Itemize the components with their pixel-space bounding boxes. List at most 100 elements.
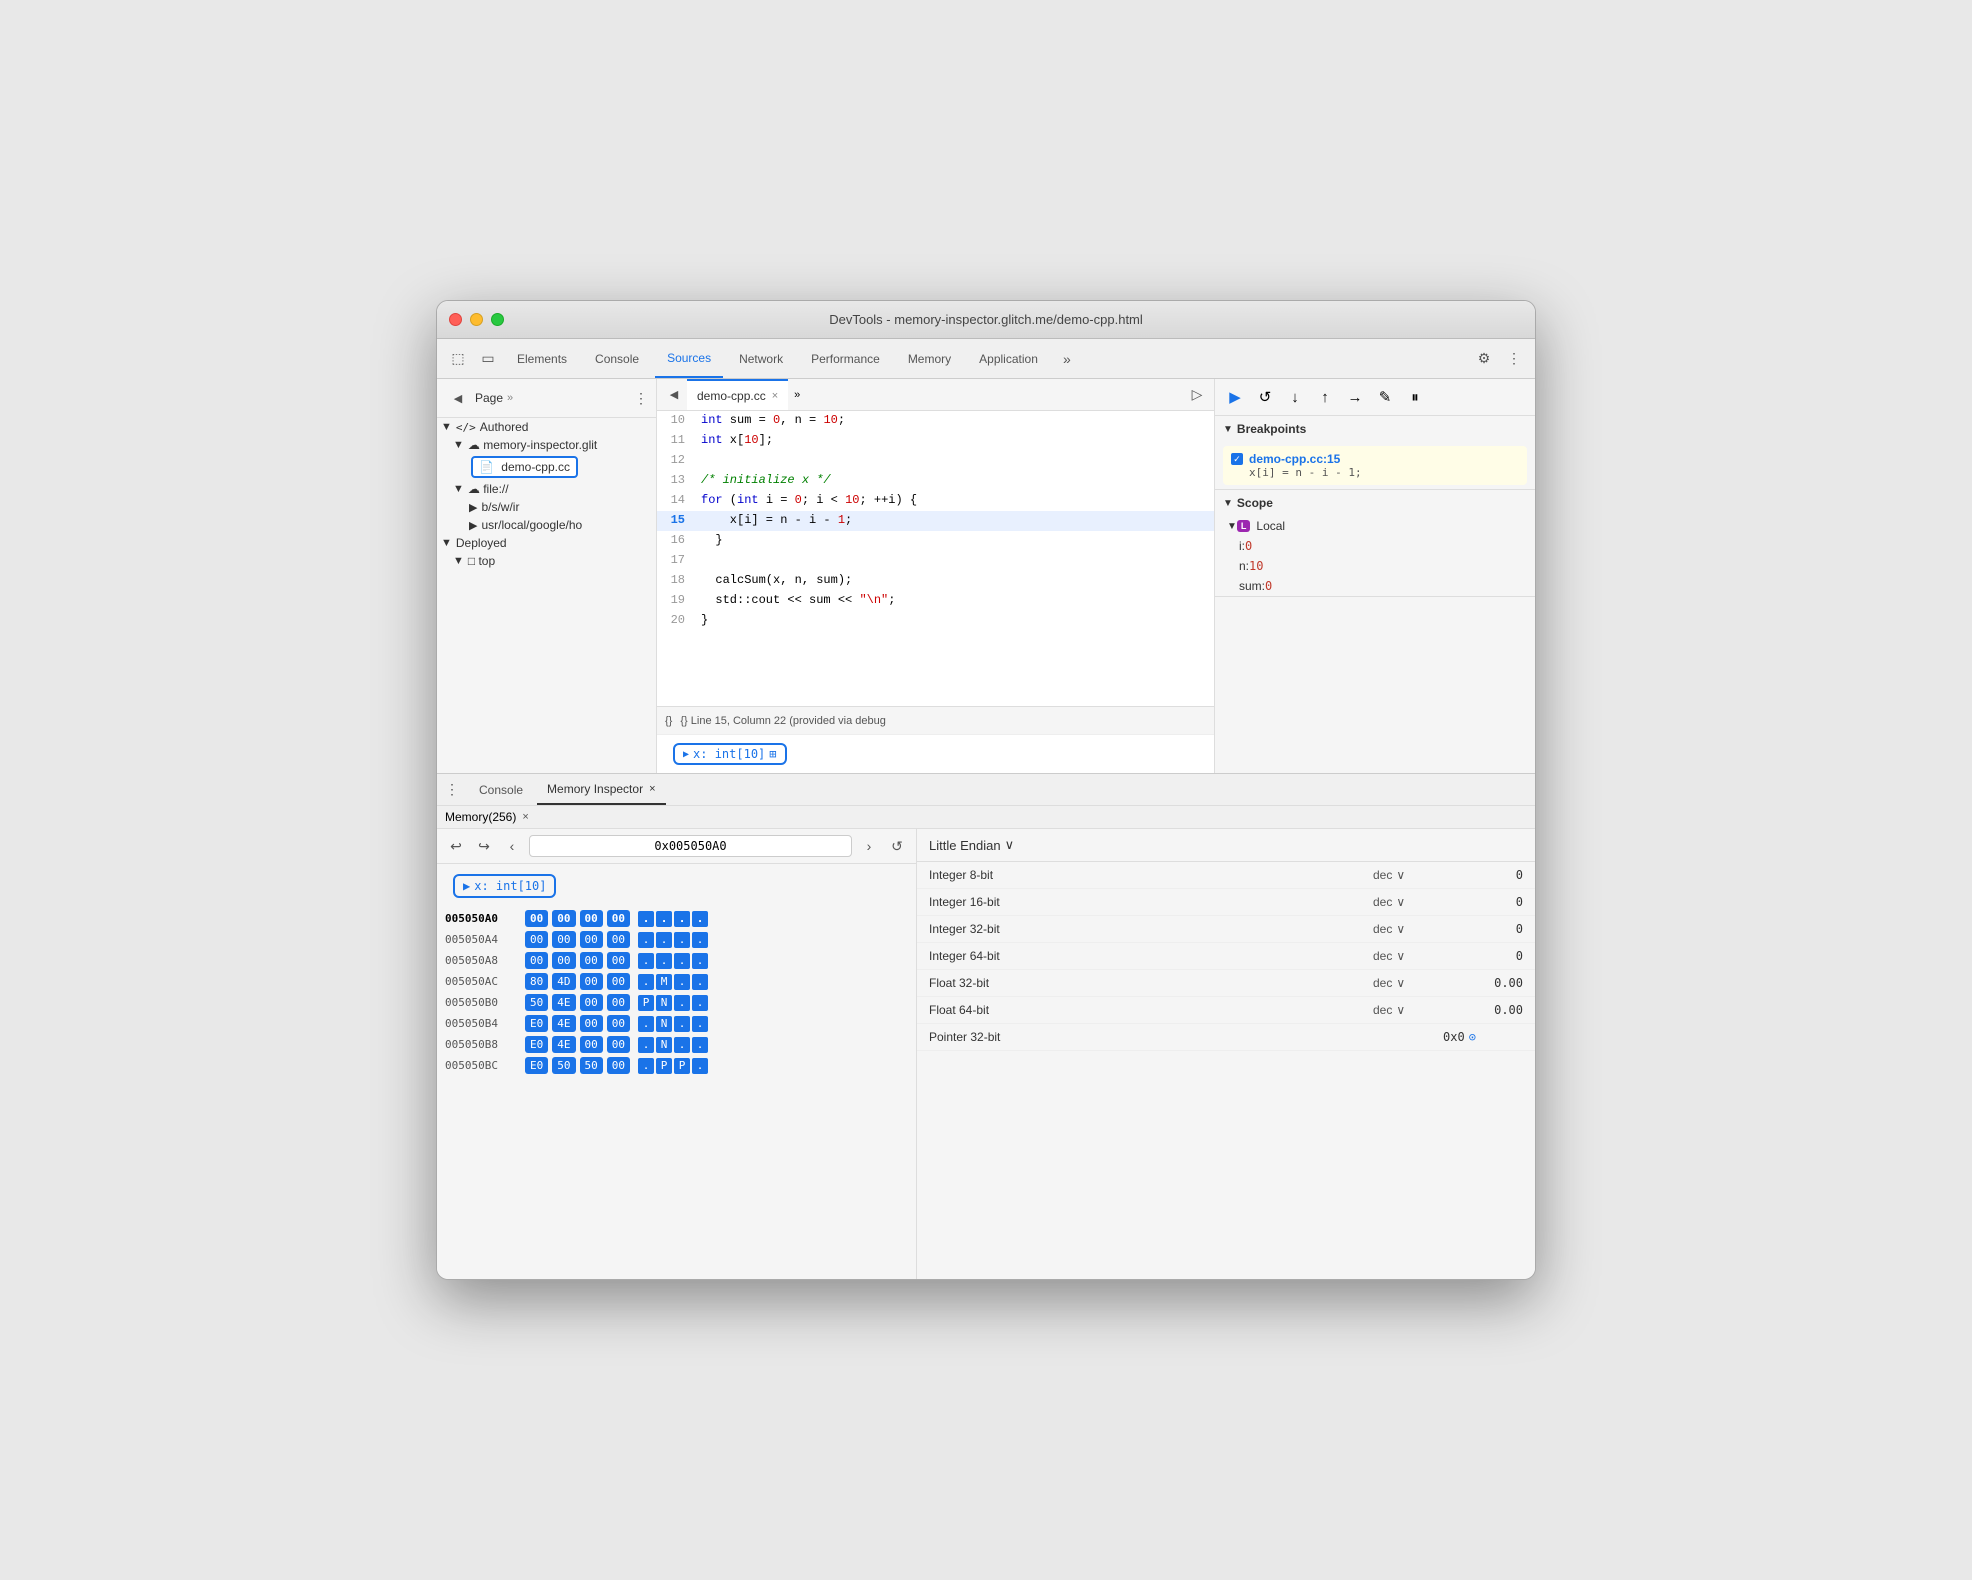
close-button[interactable] [449, 313, 462, 326]
close-memory-tab-icon[interactable]: × [649, 783, 655, 795]
hex-byte-value[interactable]: 00 [580, 931, 603, 948]
tab-sources[interactable]: Sources [655, 339, 723, 378]
ascii-char[interactable]: . [638, 1016, 654, 1032]
hex-byte-value[interactable]: 4E [552, 994, 575, 1011]
memory-var-badge[interactable]: ▶ x: int[10] [453, 874, 556, 898]
demo-cpp-selected[interactable]: 📄 demo-cpp.cc [471, 456, 578, 478]
nav-forward-addr-icon[interactable]: ↪ [473, 835, 495, 857]
memory-format-select[interactable]: dec ∨ [1373, 895, 1443, 909]
close-tab-icon[interactable]: × [772, 390, 778, 402]
hex-byte-value[interactable]: 00 [580, 973, 603, 990]
ascii-char[interactable]: . [692, 932, 708, 948]
memory-format-select[interactable]: dec ∨ [1373, 922, 1443, 936]
minimize-button[interactable] [470, 313, 483, 326]
ascii-char[interactable]: . [674, 995, 690, 1011]
address-input[interactable] [529, 835, 852, 857]
device-icon[interactable]: ▭ [475, 346, 501, 372]
nav-back-icon[interactable]: ◀ [445, 385, 471, 411]
ascii-char[interactable]: . [674, 1016, 690, 1032]
ascii-char[interactable]: . [674, 974, 690, 990]
ascii-char[interactable]: . [674, 932, 690, 948]
bottom-panel-options-icon[interactable]: ⋮ [445, 781, 465, 798]
ascii-char[interactable]: N [656, 1016, 672, 1032]
bottom-tab-console[interactable]: Console [469, 774, 533, 805]
memory-type-value[interactable]: 0x0 ⊙ [1443, 1030, 1523, 1044]
hex-byte-value[interactable]: 00 [580, 1015, 603, 1032]
hex-byte-value[interactable]: 00 [607, 1015, 630, 1032]
pause-btn[interactable]: ⏸ [1401, 383, 1429, 411]
step-into-btn[interactable]: ↓ [1281, 383, 1309, 411]
ascii-char[interactable]: . [638, 974, 654, 990]
bp-checkbox[interactable]: ✓ [1231, 453, 1243, 465]
breakpoints-header[interactable]: ▼ Breakpoints [1215, 416, 1535, 442]
hex-byte-value[interactable]: 00 [607, 1036, 630, 1053]
tab-console[interactable]: Console [583, 339, 651, 378]
resume-btn[interactable]: ▶ [1221, 383, 1249, 411]
ascii-char[interactable]: P [656, 1058, 672, 1074]
memory-format-select[interactable]: dec ∨ [1373, 976, 1443, 990]
ascii-char[interactable]: . [656, 932, 672, 948]
memory-format-select[interactable]: dec ∨ [1373, 1003, 1443, 1017]
pointer-navigate-icon[interactable]: ⊙ [1469, 1030, 1476, 1044]
ascii-char[interactable]: . [638, 1037, 654, 1053]
tab-network[interactable]: Network [727, 339, 795, 378]
memory-format-select[interactable]: dec ∨ [1373, 949, 1443, 963]
ascii-char[interactable]: . [692, 953, 708, 969]
file-panel-options-icon[interactable]: ⋮ [634, 390, 648, 407]
usr-folder[interactable]: ▶ usr/local/google/ho [437, 516, 656, 534]
hex-byte-value[interactable]: E0 [525, 1057, 548, 1074]
hex-byte-value[interactable]: 00 [552, 910, 575, 927]
more-pages-icon[interactable]: » [507, 392, 513, 404]
hex-byte-value[interactable]: 00 [607, 910, 630, 927]
ascii-char[interactable]: . [674, 1037, 690, 1053]
format-icon[interactable]: ▷ [1184, 382, 1210, 408]
tab-performance[interactable]: Performance [799, 339, 892, 378]
hex-byte-value[interactable]: 00 [552, 931, 575, 948]
hex-byte-value[interactable]: 50 [580, 1057, 603, 1074]
hex-byte-value[interactable]: 50 [552, 1057, 575, 1074]
deactivate-btn[interactable]: ✎ [1371, 383, 1399, 411]
hex-byte-value[interactable]: 00 [580, 952, 603, 969]
ascii-char[interactable]: . [674, 953, 690, 969]
authored-header[interactable]: ▼ </> Authored [437, 418, 656, 436]
ascii-char[interactable]: N [656, 1037, 672, 1053]
hex-byte-value[interactable]: 00 [607, 931, 630, 948]
hex-byte-value[interactable]: 00 [525, 910, 548, 927]
code-tab-demo-cpp[interactable]: demo-cpp.cc × [687, 379, 788, 410]
refresh-icon[interactable]: ↺ [886, 835, 908, 857]
close-memory-panel-icon[interactable]: × [522, 811, 528, 823]
hex-byte-value[interactable]: E0 [525, 1036, 548, 1053]
scope-header[interactable]: ▼ Scope [1215, 490, 1535, 516]
ascii-char[interactable]: . [692, 911, 708, 927]
hex-byte-value[interactable]: 4E [552, 1015, 575, 1032]
nav-prev-icon[interactable]: ‹ [501, 835, 523, 857]
step-over-btn[interactable]: ↺ [1251, 383, 1279, 411]
hex-byte-value[interactable]: 00 [552, 952, 575, 969]
bottom-tab-memory-inspector[interactable]: Memory Inspector × [537, 774, 665, 805]
more-options-icon[interactable]: ⋮ [1501, 346, 1527, 372]
hex-byte-value[interactable]: E0 [525, 1015, 548, 1032]
hex-byte-value[interactable]: 00 [580, 910, 603, 927]
hex-byte-value[interactable]: 00 [525, 952, 548, 969]
hex-byte-value[interactable]: 00 [607, 973, 630, 990]
tab-elements[interactable]: Elements [505, 339, 579, 378]
hex-byte-value[interactable]: 00 [607, 952, 630, 969]
code-editor[interactable]: 10 int sum = 0, n = 10; 11 int x[10]; 12… [657, 411, 1214, 706]
hex-byte-value[interactable]: 00 [580, 1036, 603, 1053]
deployed-header[interactable]: ▼ Deployed [437, 534, 656, 552]
more-tabs-icon[interactable]: » [1054, 346, 1080, 372]
ascii-char[interactable]: M [656, 974, 672, 990]
nav-next-icon[interactable]: › [858, 835, 880, 857]
scope-local-header[interactable]: ▼ L Local [1215, 516, 1535, 536]
hex-byte-value[interactable]: 80 [525, 973, 548, 990]
file-folder[interactable]: ▼ ☁ file:// [437, 480, 656, 498]
ascii-char[interactable]: . [638, 911, 654, 927]
ascii-char[interactable]: N [656, 995, 672, 1011]
step-btn[interactable]: → [1341, 383, 1369, 411]
demo-cpp-file[interactable]: 📄 demo-cpp.cc [437, 454, 656, 480]
ascii-char[interactable]: P [638, 995, 654, 1011]
ascii-char[interactable]: . [674, 911, 690, 927]
ascii-char[interactable]: . [638, 953, 654, 969]
ascii-char[interactable]: . [692, 1037, 708, 1053]
settings-icon[interactable]: ⚙ [1471, 346, 1497, 372]
